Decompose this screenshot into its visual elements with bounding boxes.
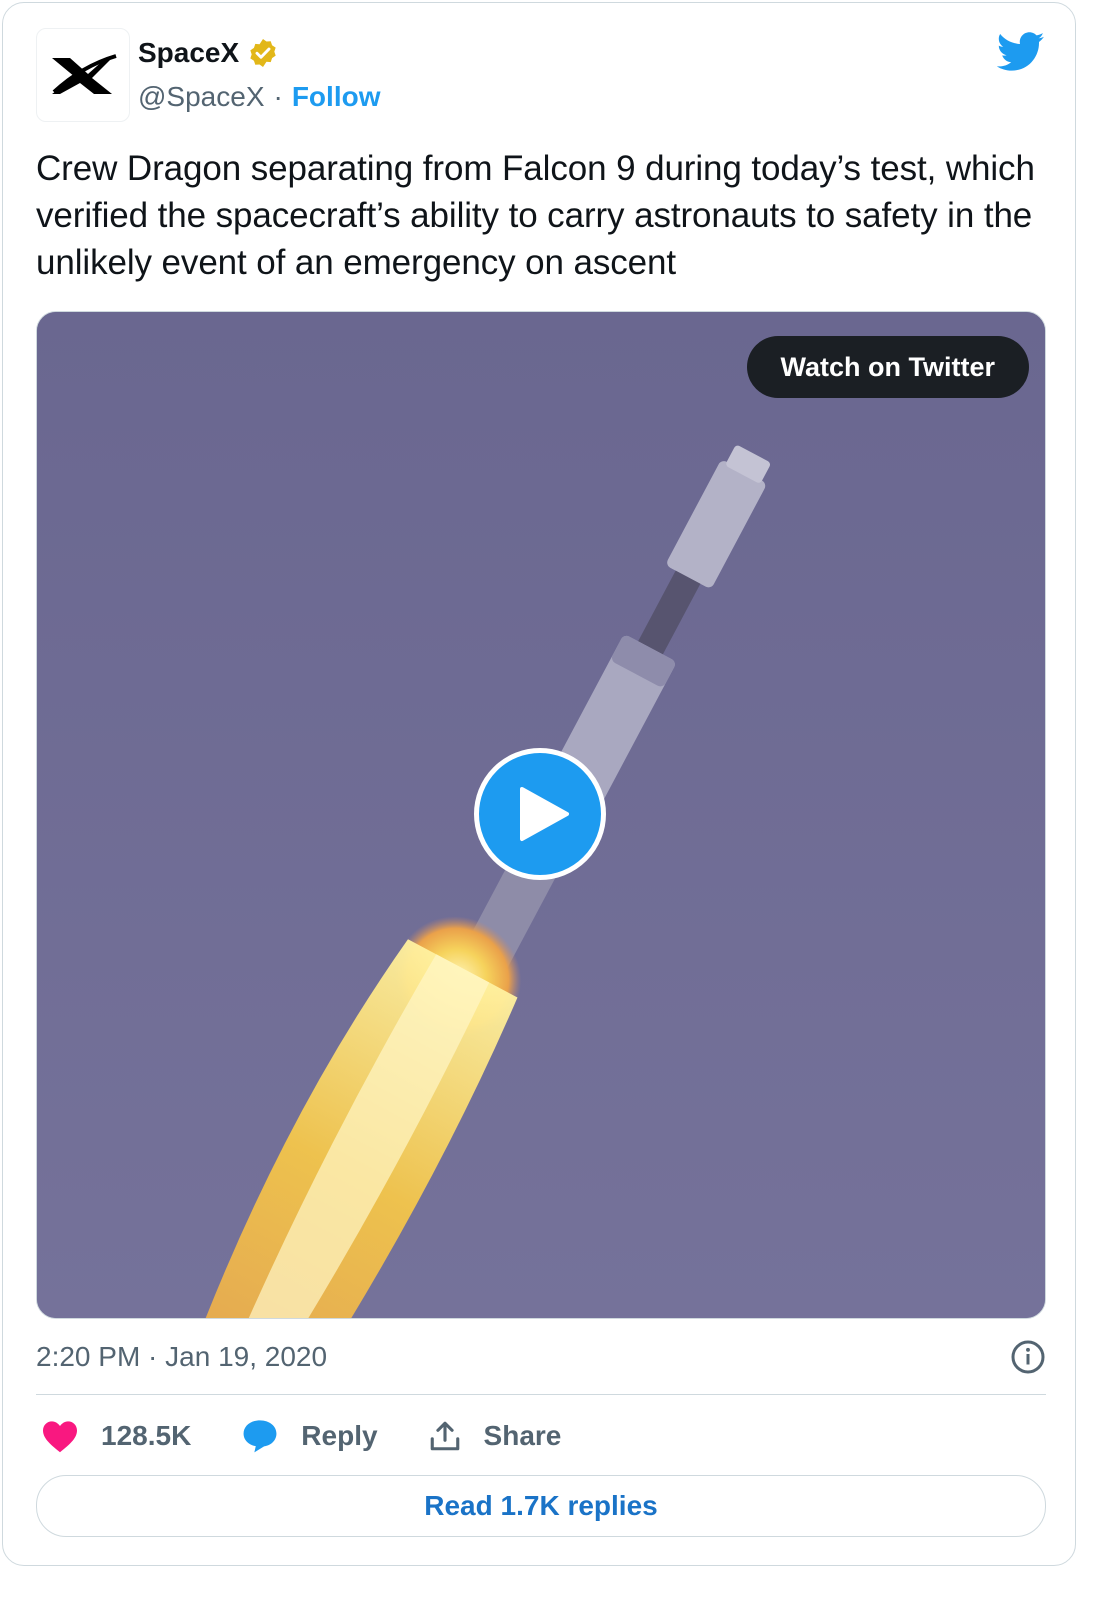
timestamp-row: 2:20 PM · Jan 19, 2020 (36, 1337, 1046, 1377)
like-button[interactable]: 128.5K (41, 1419, 241, 1453)
spacex-logo-icon (52, 54, 117, 94)
author-name[interactable]: SpaceX (138, 37, 239, 69)
divider (36, 1394, 1046, 1395)
watch-on-twitter-button[interactable]: Watch on Twitter (746, 336, 1029, 398)
play-icon (520, 787, 569, 841)
play-button[interactable] (474, 748, 606, 880)
share-button[interactable]: Share (428, 1419, 562, 1453)
reply-button[interactable]: Reply (241, 1418, 427, 1454)
tweet-card: SpaceX @SpaceX · Follow Crew Dragon sepa… (2, 2, 1076, 1566)
like-count: 128.5K (101, 1420, 192, 1451)
share-icon (430, 1421, 459, 1451)
author-name-row: SpaceX (138, 37, 279, 69)
follow-button[interactable]: Follow (292, 81, 381, 113)
reply-bubble-icon (243, 1420, 277, 1453)
share-label: Share (483, 1420, 562, 1451)
twitter-bird-icon[interactable] (997, 31, 1045, 73)
action-bar: 128.5K Reply Share (41, 1413, 561, 1459)
separator-dot: · (273, 81, 283, 112)
info-icon[interactable] (1010, 1339, 1046, 1375)
heart-icon (43, 1421, 77, 1453)
tweet-text: Crew Dragon separating from Falcon 9 dur… (36, 149, 1035, 282)
author-handle[interactable]: @SpaceX (138, 81, 265, 113)
reply-label: Reply (301, 1420, 378, 1451)
author-handle-row: @SpaceX · Follow (138, 81, 380, 113)
read-replies-button[interactable]: Read 1.7K replies (36, 1475, 1046, 1537)
video-player[interactable]: Watch on Twitter (36, 311, 1046, 1319)
verified-badge-icon (250, 39, 276, 67)
timestamp[interactable]: 2:20 PM · Jan 19, 2020 (36, 1341, 327, 1373)
avatar[interactable] (36, 28, 130, 122)
